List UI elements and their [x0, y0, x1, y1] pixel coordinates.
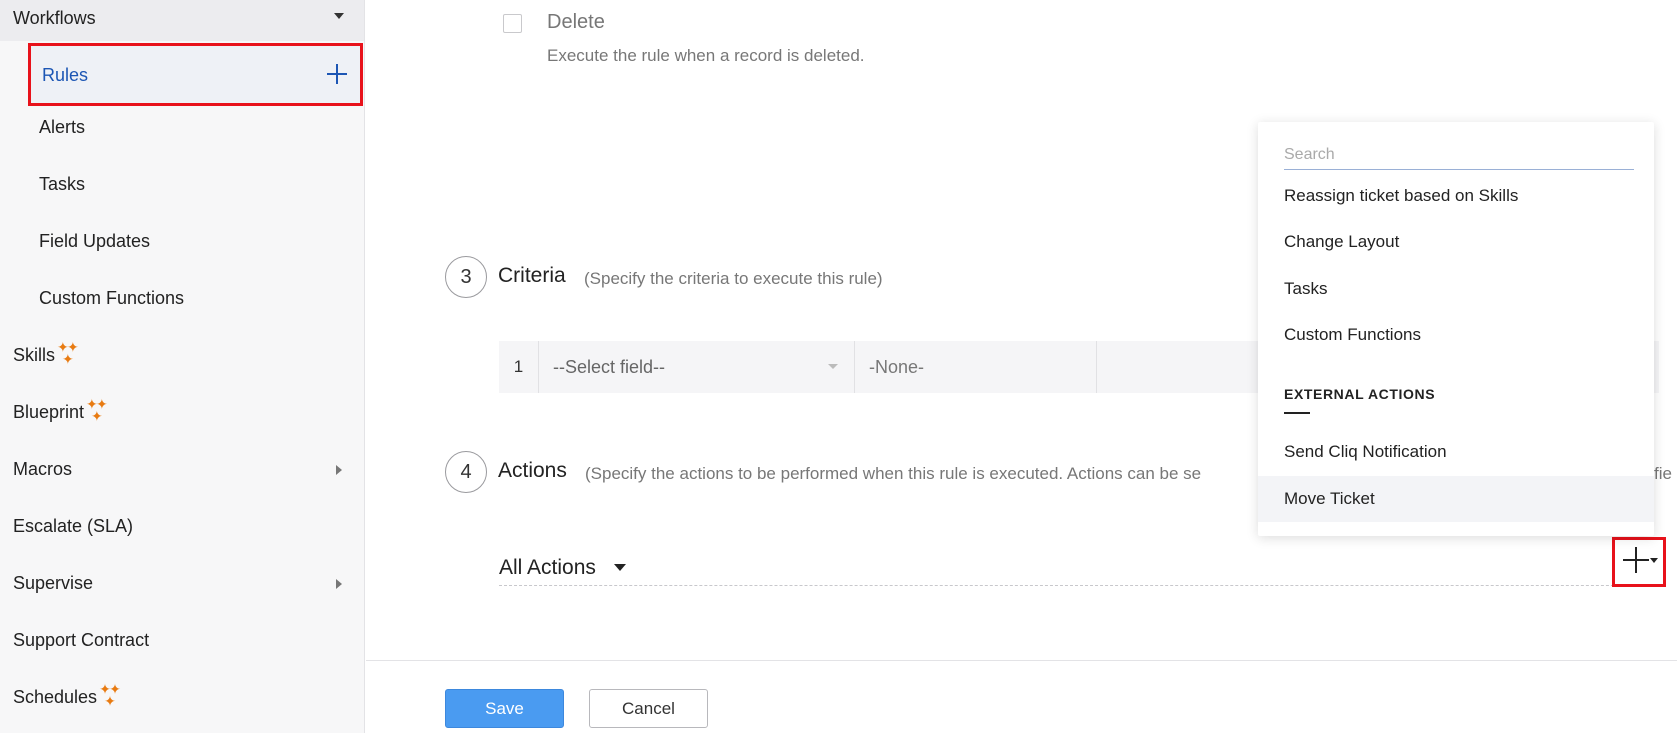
- plus-icon: [1623, 547, 1649, 573]
- sidebar-item-macros[interactable]: Macros: [0, 441, 364, 498]
- sidebar-section-label: Workflows: [13, 8, 96, 28]
- sidebar-item-label: Rules: [42, 65, 89, 85]
- section-underline: [1284, 412, 1310, 414]
- menu-item-reassign-ticket-skills[interactable]: Reassign ticket based on Skills: [1258, 173, 1654, 219]
- step-number-actions: 4: [445, 451, 487, 493]
- criteria-field-placeholder: --Select field--: [553, 357, 666, 377]
- menu-item-send-cliq-notification[interactable]: Send Cliq Notification: [1258, 429, 1654, 475]
- sidebar-item-label: Supervise: [13, 573, 94, 593]
- actions-divider: [499, 585, 1659, 586]
- add-action-dropdown: Reassign ticket based on Skills Change L…: [1258, 122, 1654, 536]
- sidebar-item-custom-functions[interactable]: Custom Functions: [0, 270, 364, 327]
- chevron-right-icon: [336, 464, 342, 475]
- sidebar-item-blueprint[interactable]: Blueprint ✦ ✦ ✦: [0, 384, 364, 441]
- sidebar-item-label: Tasks: [39, 174, 86, 194]
- caret-down-icon[interactable]: [614, 564, 626, 571]
- sidebar-item-label: Macros: [13, 459, 73, 479]
- external-actions-heading: EXTERNAL ACTIONS: [1284, 386, 1436, 402]
- sidebar-item-label: Custom Functions: [39, 288, 185, 308]
- sidebar-item-schedules[interactable]: Schedules ✦ ✦ ✦: [0, 669, 364, 726]
- sidebar-item-skills[interactable]: Skills ✦ ✦ ✦: [0, 327, 364, 384]
- criteria-operator-select[interactable]: -None-: [855, 341, 1097, 393]
- sidebar-item-label: Field Updates: [39, 231, 151, 251]
- menu-item-change-layout[interactable]: Change Layout: [1258, 219, 1654, 265]
- add-rule-plus-icon[interactable]: [327, 64, 347, 84]
- criteria-hint: (Specify the criteria to execute this ru…: [584, 269, 883, 288]
- sparkle-icon: ✦ ✦ ✦: [57, 338, 79, 367]
- add-action-button[interactable]: [1612, 537, 1666, 587]
- actions-hint-tail: fie: [1654, 464, 1672, 483]
- sidebar-item-label: Schedules: [13, 687, 98, 707]
- sidebar-item-label: Support Contract: [13, 630, 150, 650]
- menu-item-custom-functions[interactable]: Custom Functions: [1258, 312, 1654, 358]
- sidebar-item-alerts[interactable]: Alerts: [0, 99, 364, 156]
- actions-hint: (Specify the actions to be performed whe…: [585, 464, 1202, 483]
- criteria-field-select[interactable]: --Select field--: [539, 341, 855, 393]
- menu-item-move-ticket[interactable]: Move Ticket: [1258, 476, 1654, 522]
- sidebar-item-label: Alerts: [39, 117, 86, 137]
- cancel-button[interactable]: Cancel: [589, 689, 708, 728]
- delete-option-title: Delete: [547, 11, 605, 33]
- form-footer: Save Cancel: [366, 660, 1677, 733]
- criteria-title: Criteria: [498, 264, 566, 287]
- chevron-right-icon: [336, 578, 342, 589]
- sidebar-item-label: Skills: [13, 345, 56, 365]
- sidebar-item-tasks[interactable]: Tasks: [0, 156, 364, 213]
- criteria-operator-value: -None-: [869, 357, 925, 377]
- sidebar-item-support-contract[interactable]: Support Contract: [0, 612, 364, 669]
- actions-title: Actions: [498, 459, 567, 482]
- delete-option-description: Execute the rule when a record is delete…: [547, 46, 865, 65]
- sparkle-icon: ✦ ✦ ✦: [99, 680, 121, 709]
- all-actions-filter[interactable]: All Actions: [499, 556, 596, 580]
- sidebar-item-field-updates[interactable]: Field Updates: [0, 213, 364, 270]
- caret-down-icon: [1650, 558, 1658, 563]
- sidebar-item-rules[interactable]: Rules: [28, 43, 363, 106]
- step-number-criteria: 3: [445, 256, 487, 298]
- sidebar-item-escalate-sla[interactable]: Escalate (SLA): [0, 498, 364, 555]
- chevron-down-icon: [334, 13, 344, 19]
- sidebar-section-workflows[interactable]: Workflows: [0, 0, 364, 41]
- save-button[interactable]: Save: [445, 689, 564, 728]
- menu-item-tasks[interactable]: Tasks: [1258, 266, 1654, 312]
- sidebar-item-supervise[interactable]: Supervise: [0, 555, 364, 612]
- chevron-down-icon: [828, 364, 838, 369]
- delete-checkbox[interactable]: [503, 14, 522, 33]
- sparkle-icon: ✦ ✦ ✦: [86, 395, 108, 424]
- criteria-row-number: 1: [499, 341, 539, 393]
- sidebar-item-label: Escalate (SLA): [13, 516, 134, 536]
- menu-item-reassign-ticket[interactable]: [1258, 122, 1654, 168]
- sidebar-item-label: Blueprint: [13, 402, 85, 422]
- sidebar: Workflows Rules Alerts Tasks Field Updat…: [0, 0, 365, 733]
